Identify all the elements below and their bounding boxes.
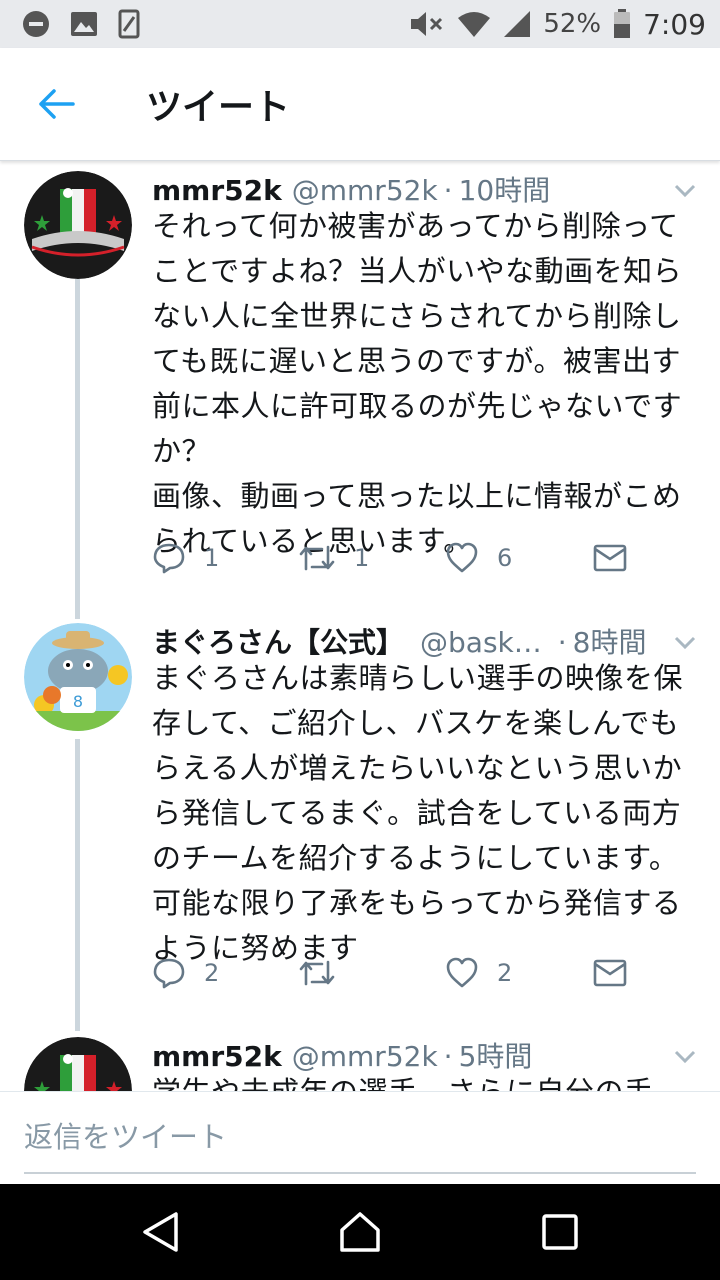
separator-dot: · [443, 1040, 453, 1073]
mascot-avatar: 8 [24, 623, 132, 731]
avatar[interactable] [24, 171, 132, 279]
tweet-header: mmr52k @mmr52k · 10時間 [152, 169, 550, 209]
thread-line [75, 739, 80, 1031]
nav-home-button[interactable] [334, 1206, 386, 1258]
phone-outline-icon [118, 9, 140, 39]
reply-count: 2 [204, 959, 220, 987]
wifi-icon [458, 12, 491, 37]
chevron-down-icon[interactable] [672, 1043, 698, 1069]
reply-input[interactable]: 返信をツイート [24, 1114, 227, 1156]
tweet-header: mmr52k @mmr52k · 5時間 [152, 1035, 532, 1075]
tweet-header: まぐろさん【公式】 @bask… · 8時間 [152, 621, 646, 661]
like-button[interactable]: 6 [445, 538, 512, 578]
author-handle[interactable]: @mmr52k [292, 1040, 438, 1073]
reply-input-underline [24, 1172, 696, 1174]
reply-count: 1 [204, 544, 220, 572]
retweet-button[interactable]: 1 [298, 538, 369, 578]
tweet-actions: 2 2 [152, 953, 672, 993]
app-header: ツイート [0, 48, 720, 161]
like-button[interactable]: 2 [445, 953, 512, 993]
nav-back-icon [143, 1212, 178, 1252]
chevron-down-icon[interactable] [672, 177, 698, 203]
home-icon [340, 1212, 380, 1252]
author-name[interactable]: mmr52k [152, 174, 282, 207]
page-title: ツイート [146, 87, 291, 128]
avatar[interactable]: 8 [24, 623, 132, 731]
nav-recents-button[interactable] [534, 1206, 586, 1258]
battery-icon [614, 9, 631, 38]
clock: 7:09 [643, 7, 706, 41]
reply-button[interactable]: 2 [152, 953, 219, 993]
mute-icon [411, 12, 443, 36]
timestamp[interactable]: 5時間 [459, 1035, 533, 1075]
like-count: 6 [497, 544, 513, 572]
reply-icon [153, 543, 185, 574]
timestamp[interactable]: 10時間 [459, 169, 551, 209]
retweet-button[interactable] [298, 953, 354, 993]
basketball-logo-avatar [24, 1037, 132, 1091]
reply-button[interactable]: 1 [152, 538, 219, 578]
avatar[interactable] [24, 1037, 132, 1091]
chevron-down-icon[interactable] [672, 629, 698, 655]
retweet-icon [299, 960, 335, 986]
tweet-thread[interactable]: mmr52k @mmr52k · 10時間 それって何か被害があってから削除って… [0, 161, 720, 1091]
reply-icon [153, 958, 185, 989]
envelope-icon [593, 959, 627, 987]
status-bar: 52% 7:09 [0, 0, 720, 48]
basketball-logo-avatar [24, 171, 132, 279]
dnd-icon [23, 11, 49, 37]
svg-text:8: 8 [73, 692, 83, 711]
author-name[interactable]: mmr52k [152, 1040, 282, 1073]
retweet-icon [299, 545, 335, 571]
heart-icon [446, 542, 478, 573]
separator-dot: · [443, 174, 453, 207]
direct-message-button[interactable] [593, 953, 627, 993]
tweet-text: それって何か被害があってから削除って ことですよね？当人がいやな動画を知ら ない… [152, 209, 683, 558]
thread-line [75, 279, 80, 619]
author-name[interactable]: まぐろさん【公式】 [152, 621, 404, 661]
tweet-text: まぐろさんは素晴らしい選手の映像を保 存して、ご紹介し、バスケを楽しんでも らえ… [152, 661, 684, 965]
direct-message-button[interactable] [593, 538, 627, 578]
recents-icon [542, 1214, 578, 1250]
back-button[interactable] [30, 78, 82, 130]
author-handle[interactable]: @bask… [420, 626, 542, 659]
back-arrow-icon [39, 89, 75, 119]
timestamp[interactable]: 8時間 [573, 621, 647, 661]
reply-bar: 返信をツイート [0, 1091, 720, 1185]
separator-dot: · [557, 626, 567, 659]
envelope-icon [593, 544, 627, 572]
tweet-actions: 1 1 6 [152, 538, 672, 578]
tweet-text: 学生や未成年の選手、さらに自分の手 [152, 1070, 704, 1091]
like-count: 2 [497, 959, 513, 987]
battery-percent: 52% [543, 9, 602, 39]
image-icon [71, 12, 97, 36]
nav-back-button[interactable] [134, 1206, 186, 1258]
retweet-count: 1 [354, 544, 370, 572]
heart-icon [446, 957, 478, 988]
author-handle[interactable]: @mmr52k [292, 174, 438, 207]
signal-icon [504, 11, 531, 37]
system-nav-bar [0, 1184, 720, 1280]
